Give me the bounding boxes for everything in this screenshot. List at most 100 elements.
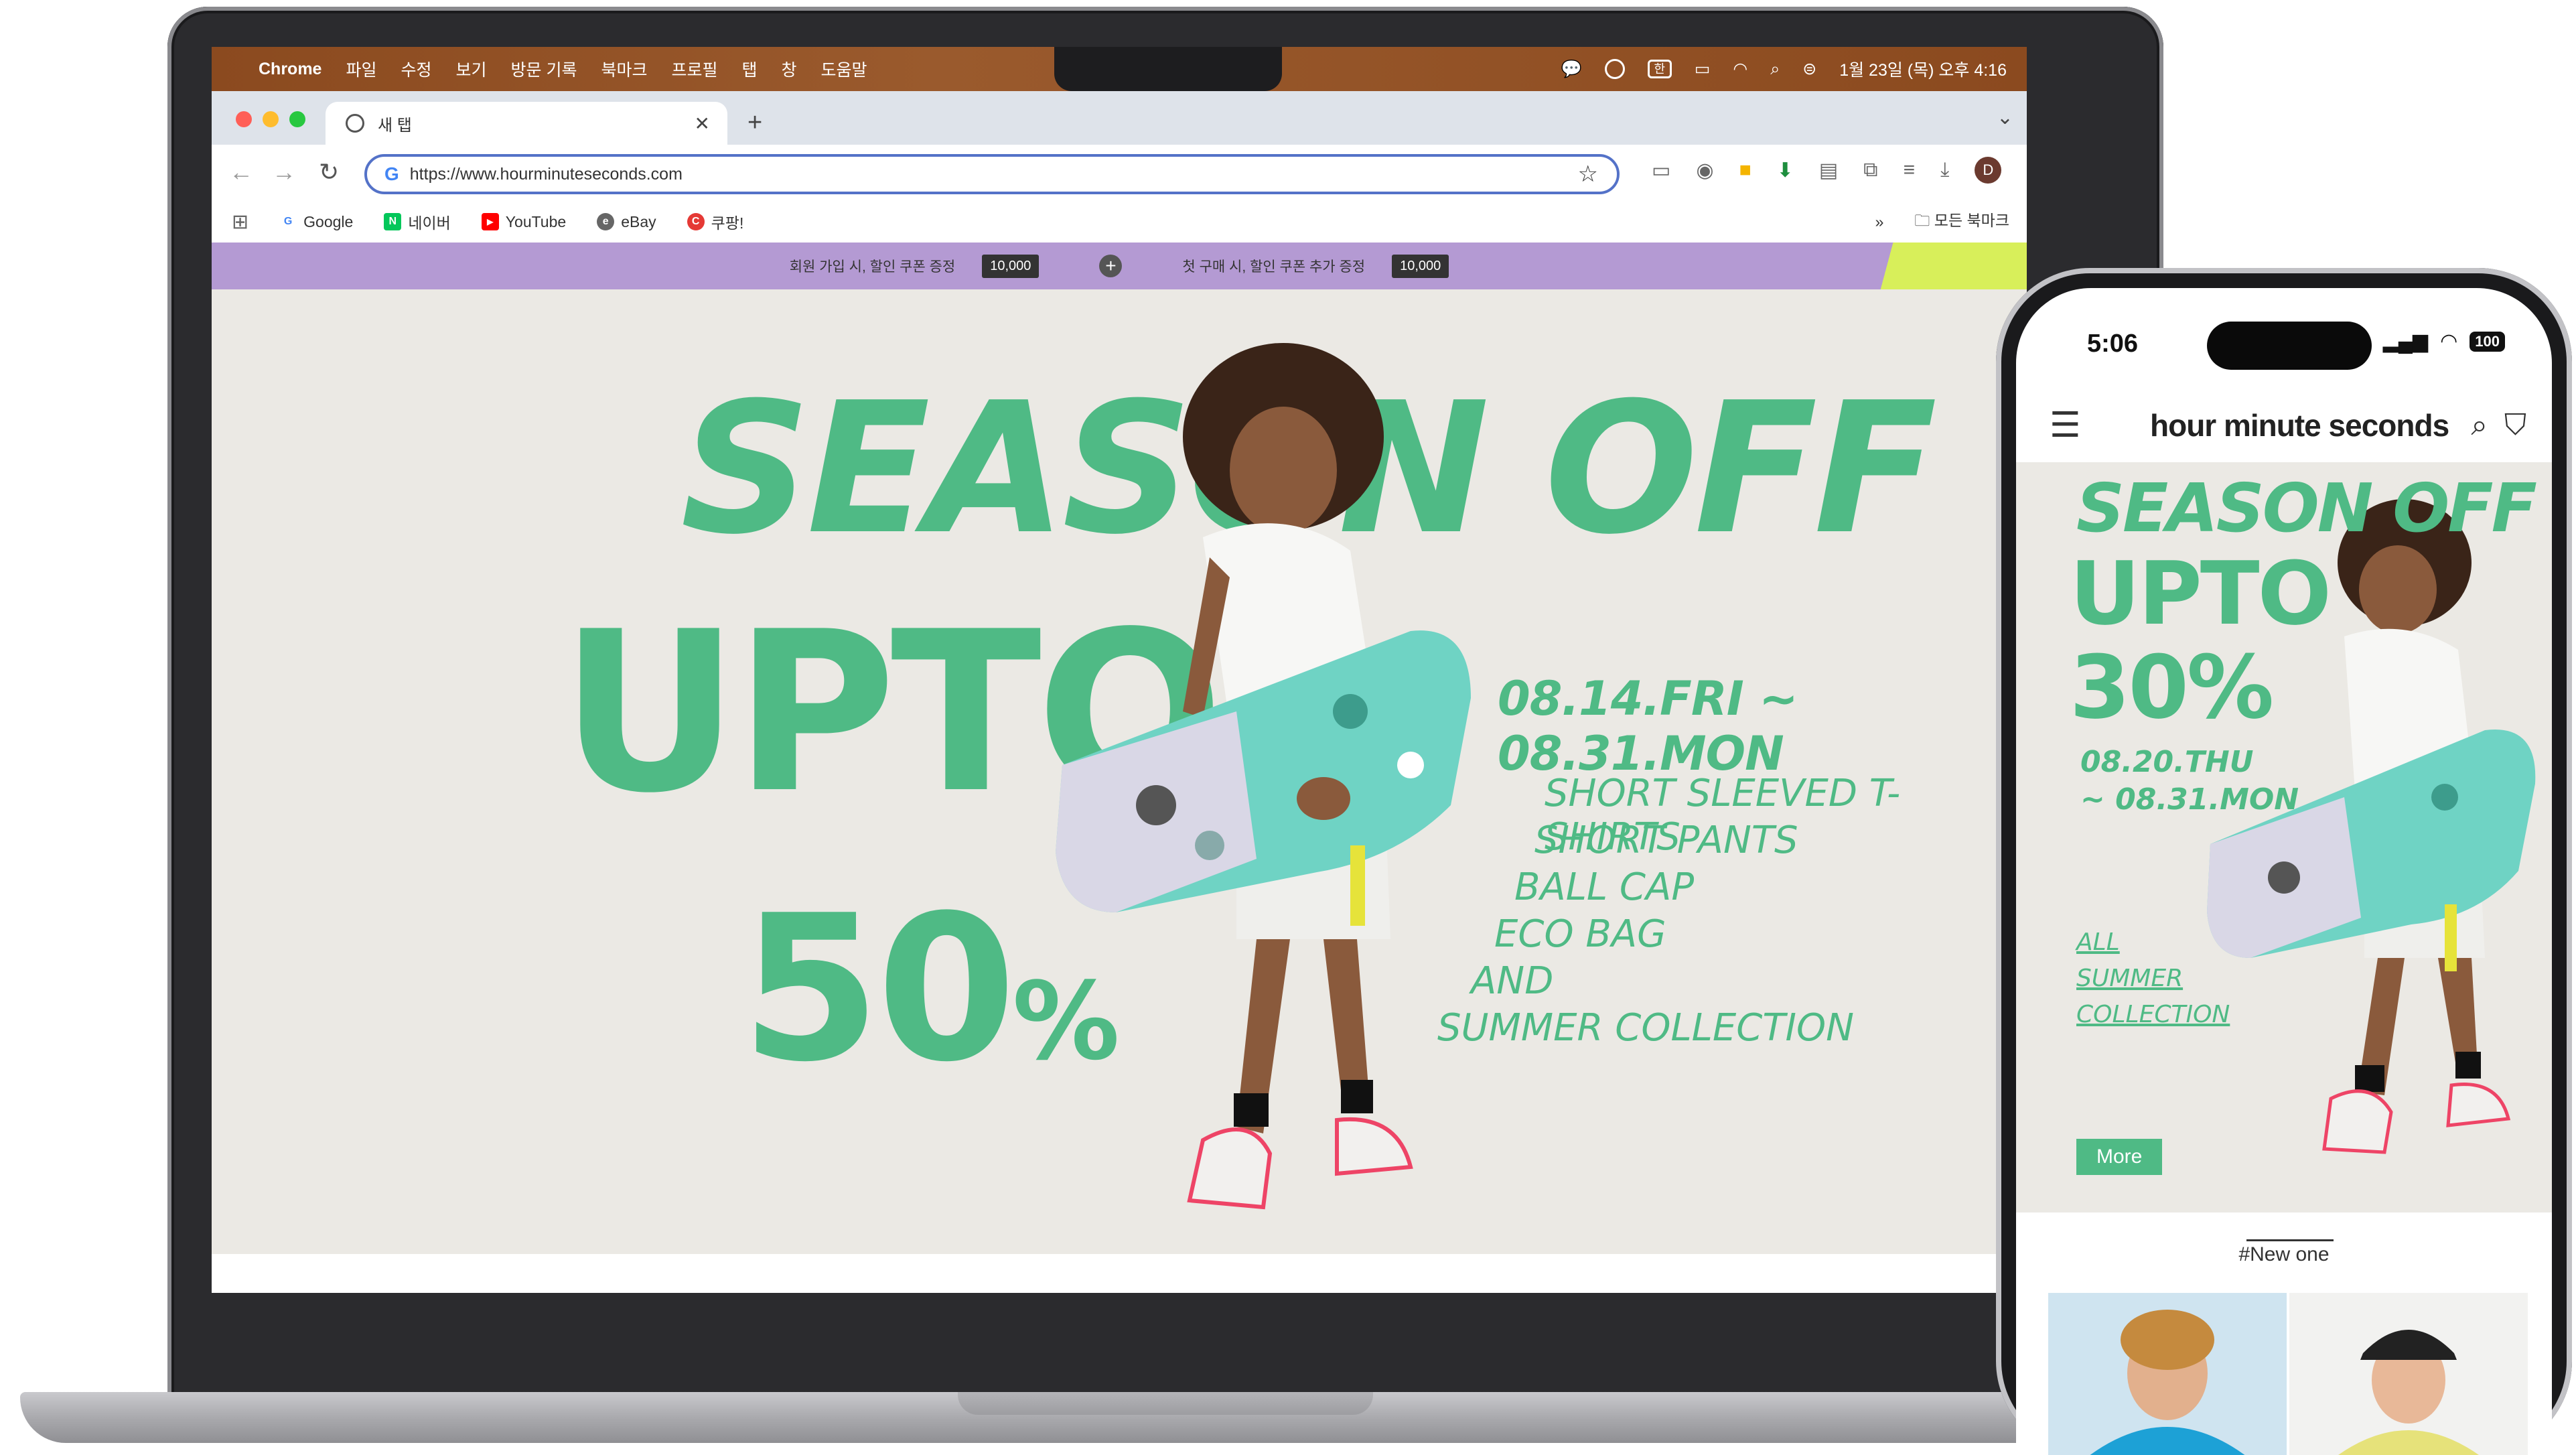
url-text[interactable]: https://www.hourminuteseconds.com <box>410 165 683 184</box>
more-button[interactable]: More <box>2076 1139 2163 1175</box>
page-below-hero <box>212 1254 2027 1293</box>
more-bookmarks-chevron-icon[interactable]: » <box>1875 213 1884 231</box>
battery-icon[interactable]: ▭ <box>1695 59 1711 79</box>
spotlight-search-icon[interactable]: ⌕ <box>1770 60 1780 79</box>
tab-search-chevron-icon[interactable]: ⌄ <box>1997 106 2013 129</box>
coupon-badge: 10,000 <box>982 254 1040 278</box>
naver-icon: N <box>384 213 402 230</box>
signup-promo-text: 회원 가입 시, 할인 쿠폰 증정 <box>789 259 956 275</box>
menubar-item-help[interactable]: 도움말 <box>821 57 867 81</box>
all-bookmarks-folder[interactable]: 🗀 모든 북마크 <box>1914 208 2009 236</box>
profile-avatar[interactable]: D <box>1975 157 2002 184</box>
search-icon[interactable]: ⌕ <box>2471 409 2488 442</box>
coupang-icon: C <box>687 213 705 230</box>
minimize-window-button[interactable] <box>263 111 279 127</box>
mac-menubar: Chrome 파일 수정 보기 방문 기록 북마크 프로필 탭 창 도움말 💬 … <box>212 47 2027 91</box>
hero-item-ecobag: ECO BAG <box>1494 912 1666 956</box>
signup-coupon-promo[interactable]: 회원 가입 시, 할인 쿠폰 증정 10,000 <box>789 254 1040 278</box>
bookmark-coupang[interactable]: C 쿠팡! <box>687 210 744 233</box>
close-window-button[interactable] <box>236 111 252 127</box>
hero-banner[interactable]: SEASON OFF UPTO 50% 08.14.FRI ~ 08.31.MO… <box>212 289 2027 1254</box>
bookmark-label: eBay <box>621 212 656 230</box>
chrome-tab-icon <box>346 114 364 133</box>
media-controls-icon[interactable]: ≡ <box>1904 159 1916 182</box>
youtube-icon: ▶ <box>481 213 499 230</box>
bookmark-label: 네이버 <box>408 214 451 232</box>
chrome-toolbar: ← → ↻ G https://www.hourminuteseconds.co… <box>212 145 2027 201</box>
wifi-icon[interactable]: ◠ <box>1733 59 1747 79</box>
collection-line-collection: COLLECTION <box>2076 1001 2230 1028</box>
section-divider <box>2246 1239 2334 1241</box>
product-image-yellow-hoodie <box>2289 1293 2528 1455</box>
bookmark-ebay[interactable]: e eBay <box>597 213 656 231</box>
zoom-window-button[interactable] <box>289 111 305 127</box>
messages-icon[interactable]: 💬 <box>1561 60 1582 79</box>
google-icon: G <box>283 216 293 227</box>
model-with-bag-image <box>1056 343 1471 1210</box>
bookmark-youtube[interactable]: ▶ YouTube <box>481 213 566 231</box>
back-button[interactable]: ← <box>229 158 253 186</box>
bookmark-google[interactable]: G Google <box>279 213 353 231</box>
product-image-blue-jacket <box>2048 1293 2287 1455</box>
downloads-icon[interactable]: ⤓ <box>1940 159 1949 182</box>
screen-share-icon[interactable]: ▭ <box>1652 159 1670 182</box>
mobile-discount: 30% <box>2070 636 2274 738</box>
first-purchase-coupon-promo[interactable]: 첫 구매 시, 할인 쿠폰 추가 증정 10,000 <box>1182 254 1449 278</box>
menubar-item-view[interactable]: 보기 <box>456 57 487 81</box>
menubar-item-tab[interactable]: 탭 <box>742 57 758 81</box>
close-tab-icon[interactable]: ✕ <box>695 113 710 135</box>
input-source-indicator[interactable]: 한 <box>1647 60 1672 78</box>
bookmark-naver[interactable]: N 네이버 <box>384 210 451 233</box>
phone-time: 5:06 <box>2087 330 2139 358</box>
bookmark-label: 쿠팡! <box>711 214 744 232</box>
google-icon: G <box>384 163 399 184</box>
mobile-upto: UPTO <box>2070 543 2332 644</box>
product-thumbnail[interactable] <box>2289 1293 2528 1455</box>
menubar-item-edit[interactable]: 수정 <box>401 57 431 81</box>
apps-grid-icon[interactable]: ⊞ <box>232 210 248 234</box>
menubar-item-profiles[interactable]: 프로필 <box>671 57 717 81</box>
menubar-datetime[interactable]: 1월 23일 (목) 오후 4:16 <box>1839 57 2007 81</box>
bookmark-label: Google <box>303 212 354 230</box>
laptop-screen: Chrome 파일 수정 보기 방문 기록 북마크 프로필 탭 창 도움말 💬 … <box>212 47 2027 1293</box>
hero-dates: 08.14.FRI ~ 08.31.MON <box>1498 671 1798 781</box>
new-tab-button[interactable]: + <box>747 109 762 137</box>
extension-bookmark-icon[interactable]: ▤ <box>1819 159 1838 182</box>
control-center-icon[interactable]: ⊜ <box>1802 59 1816 79</box>
extension-color-icon[interactable]: ■ <box>1739 159 1751 182</box>
new-one-section-title: #New one <box>2238 1243 2330 1265</box>
ebay-icon: e <box>597 213 615 230</box>
hero-item-ballcap: BALL CAP <box>1514 865 1695 909</box>
menubar-item-file[interactable]: 파일 <box>346 57 376 81</box>
extensions-puzzle-icon[interactable]: ⧉ <box>1863 159 1877 182</box>
mobile-date-start: 08.20.THU <box>2080 745 2254 779</box>
reload-button[interactable]: ↻ <box>319 158 339 186</box>
camera-icon[interactable]: ◉ <box>1696 159 1713 182</box>
shopping-bag-icon[interactable]: ⛉ <box>2504 409 2526 442</box>
laptop-opening-notch <box>958 1392 1373 1415</box>
menubar-item-bookmarks[interactable]: 북마크 <box>601 57 647 81</box>
promo-banner: 회원 가입 시, 할인 쿠폰 증정 10,000 + 첫 구매 시, 할인 쿠폰… <box>212 242 2027 289</box>
browser-tab[interactable]: 새 탭 ✕ <box>326 102 727 145</box>
address-bar[interactable]: G https://www.hourminuteseconds.com ☆ <box>364 154 1620 194</box>
all-bookmarks-label: 모든 북마크 <box>1934 212 2009 229</box>
phone-frame: 5:06 ▂▄▆ ◠ 100 ☰ hour minute seconds ⌕ ⛉ <box>1996 268 2572 1455</box>
forward-button[interactable]: → <box>272 158 296 186</box>
bookmark-star-icon[interactable]: ☆ <box>1578 161 1598 188</box>
extension-download-arrow-icon[interactable]: ⬇ <box>1777 159 1794 182</box>
menubar-item-window[interactable]: 창 <box>782 57 797 81</box>
window-controls <box>236 111 305 127</box>
product-thumbnail[interactable] <box>2048 1293 2287 1455</box>
hero-item-and: AND <box>1471 959 1554 1003</box>
hamburger-menu-icon[interactable]: ☰ <box>2050 405 2081 445</box>
brand-logo[interactable]: hour minute seconds <box>2150 407 2449 443</box>
folder-icon: 🗀 <box>1914 212 1930 229</box>
menubar-item-history[interactable]: 방문 기록 <box>511 57 577 81</box>
play-status-icon[interactable] <box>1604 59 1625 79</box>
plus-icon: + <box>1099 255 1123 277</box>
tab-title: 새 탭 <box>378 116 412 135</box>
mobile-hero-banner[interactable]: SEASON OFF UPTO 30% 08.20.THU ~ 08.31.MO… <box>2016 462 2552 1212</box>
hero-item-summer-collection: SUMMER COLLECTION <box>1437 1006 1855 1050</box>
collection-line-all: ALL <box>2076 928 2120 956</box>
menubar-app-name[interactable]: Chrome <box>259 60 321 79</box>
